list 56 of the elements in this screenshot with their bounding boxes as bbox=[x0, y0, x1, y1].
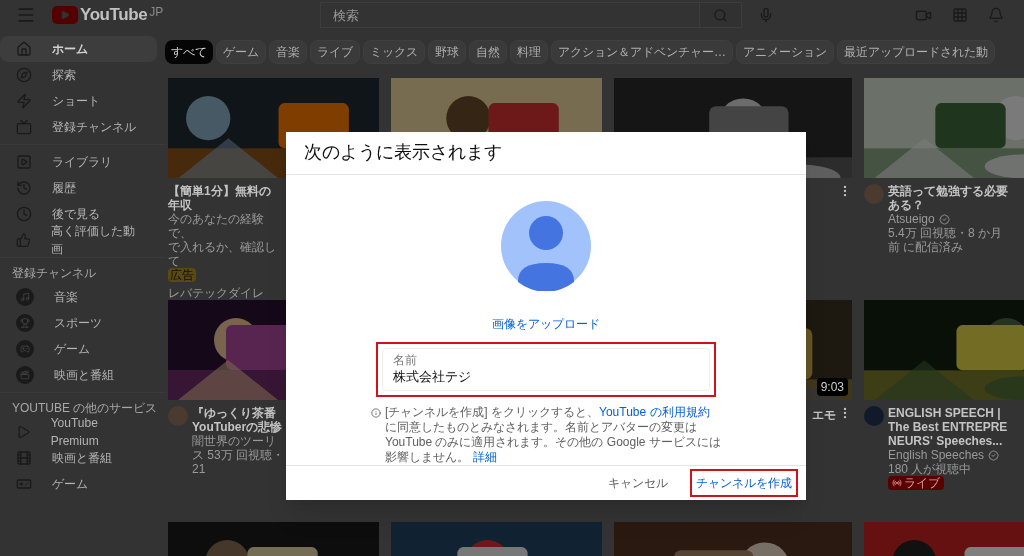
search-field[interactable]: 検索 bbox=[320, 2, 700, 28]
channel-name[interactable]: Atsueigo bbox=[888, 212, 935, 226]
sidebar-item[interactable]: 映画と番組 bbox=[0, 445, 157, 471]
field-value: 株式会社テジ bbox=[393, 367, 472, 386]
cancel-button[interactable]: キャンセル bbox=[602, 469, 674, 498]
name-field[interactable]: 名前 株式会社テジ bbox=[382, 347, 710, 392]
sidebar-item[interactable]: ショート bbox=[0, 88, 157, 114]
video-title[interactable]: 英語って勉強する必要ある？ bbox=[888, 184, 1009, 212]
filter-chip[interactable]: アクション＆アドベンチャー… bbox=[551, 40, 733, 64]
filter-chip[interactable]: 自然 bbox=[469, 40, 507, 64]
logo-text: YouTube bbox=[80, 6, 148, 24]
sidebar-item[interactable]: YouTube Premium bbox=[0, 419, 157, 445]
video-title[interactable]: ENGLISH SPEECH | The Best ENTREPRENEURS' Speeches... bbox=[888, 406, 1009, 448]
filter-chip[interactable]: ライブ bbox=[310, 40, 360, 64]
duration-badge: 9:03 bbox=[816, 378, 848, 396]
filter-chip[interactable]: 音楽 bbox=[269, 40, 307, 64]
channel-name[interactable]: レバテックダイレ bbox=[168, 286, 264, 300]
filter-chip[interactable]: ミックス bbox=[363, 40, 425, 64]
video-title[interactable]: 『ゆっくり茶番 YouTuberの悲惨 bbox=[192, 406, 284, 434]
sidebar-item[interactable]: 高く評価した動画 bbox=[0, 227, 157, 253]
section-heading: YOUTUBE の他のサービス bbox=[11, 400, 159, 417]
channel-name[interactable]: English Speeches bbox=[888, 448, 985, 462]
ad-description: 今のあなたの経験で、 bbox=[168, 212, 265, 240]
ad-description: で入れるか、確認して bbox=[168, 240, 277, 268]
sidebar-item[interactable]: 登録チャンネル bbox=[0, 114, 157, 140]
sidebar-item[interactable]: ゲーム bbox=[0, 336, 157, 362]
filter-chip[interactable]: すべて bbox=[165, 40, 213, 64]
video-meta: 180 人が視聴中 bbox=[888, 462, 973, 476]
create-channel-button[interactable]: チャンネルを作成 bbox=[690, 469, 798, 498]
sidebar-item[interactable]: 映画と番組 bbox=[0, 362, 157, 388]
video-title[interactable]: エモ bbox=[812, 406, 836, 424]
filter-chip[interactable]: ゲーム bbox=[216, 40, 266, 64]
info-text: [チャンネルを作成] をクリックすると、YouTube の利用規約 に同意したものとみなされます。名前とアバターの変更は YouTube のみに適用されます。その他の Google サービスには影響しません。 詳細 bbox=[385, 405, 721, 466]
sidebar-item[interactable]: ホーム bbox=[0, 36, 157, 62]
dialog-title: 次のように表示されます bbox=[304, 141, 502, 165]
sidebar-item[interactable]: 履歴 bbox=[0, 175, 157, 201]
details-link[interactable]: 詳細 bbox=[473, 450, 497, 465]
filter-chip[interactable]: 料理 bbox=[510, 40, 548, 64]
sidebar-item[interactable]: ゲーム bbox=[0, 471, 157, 497]
video-meta: 闇世界のツーリス 53万 回視聴・21 bbox=[192, 434, 284, 476]
region-code: JP bbox=[149, 6, 164, 18]
filter-chip[interactable]: 最近アップロードされた動 bbox=[837, 40, 995, 64]
sidebar-item[interactable]: 音楽 bbox=[0, 284, 157, 310]
filter-chip[interactable]: 野球 bbox=[428, 40, 466, 64]
field-label: 名前 bbox=[393, 352, 418, 367]
terms-link[interactable]: YouTube の利用規約 bbox=[599, 405, 710, 420]
filter-chip[interactable]: アニメーション bbox=[736, 40, 834, 64]
sidebar-item[interactable]: 探索 bbox=[0, 62, 157, 88]
sidebar-item[interactable]: ライブラリ bbox=[0, 149, 157, 175]
live-badge: ライブ bbox=[888, 476, 944, 490]
section-heading: 登録チャンネル bbox=[11, 265, 97, 282]
upload-image-link[interactable]: 画像をアップロード bbox=[492, 314, 600, 333]
sidebar-item[interactable]: スポーツ bbox=[0, 310, 157, 336]
video-meta: 5.4万 回視聴・8 か月前 に配信済み bbox=[888, 226, 1004, 254]
ad-badge: 広告 bbox=[168, 268, 196, 282]
video-title[interactable]: 【簡単1分】無料の年収 bbox=[168, 184, 282, 212]
